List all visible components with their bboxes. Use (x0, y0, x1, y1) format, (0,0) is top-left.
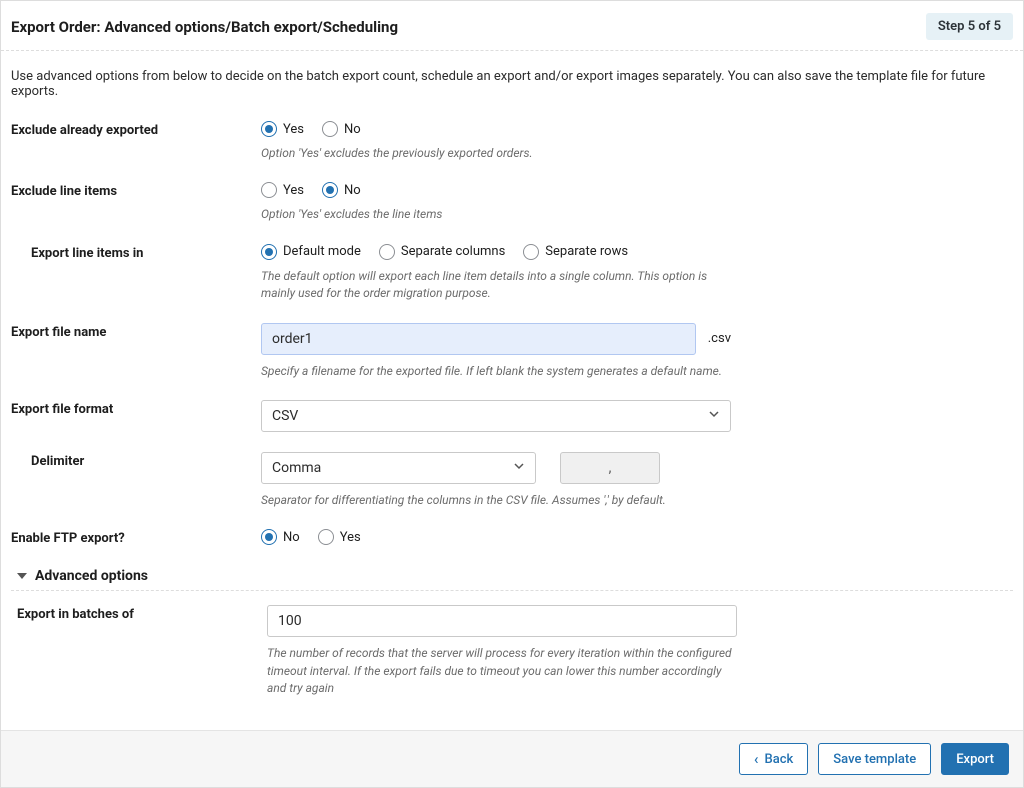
label-exclude-exported: Exclude already exported (11, 121, 261, 138)
radio-dot-icon (523, 244, 539, 260)
chevron-left-icon: ‹ (754, 752, 759, 767)
label-ftp: Enable FTP export? (11, 529, 261, 546)
hint-exclude-exported: Option 'Yes' excludes the previously exp… (261, 145, 731, 162)
intro-text: Use advanced options from below to decid… (1, 51, 1023, 107)
back-button[interactable]: ‹ Back (739, 743, 808, 775)
button-label: Save template (833, 752, 916, 767)
button-label: Export (956, 752, 994, 767)
radio-label: Yes (340, 530, 361, 545)
label-file-format: Export file format (11, 400, 261, 417)
label-batch-size: Export in batches of (17, 605, 267, 622)
select-value: CSV (272, 408, 298, 424)
row-exclude-exported: Exclude already exported Yes No Option '… (11, 107, 1013, 168)
hint-batch-size: The number of records that the server wi… (267, 645, 737, 697)
row-delimiter: Delimiter Comma , Separator for differen… (11, 438, 1013, 515)
radio-dot-icon (261, 244, 277, 260)
delimiter-char-display: , (560, 452, 660, 484)
label-file-name: Export file name (11, 323, 261, 340)
caret-down-icon (17, 573, 27, 579)
page-header: Export Order: Advanced options/Batch exp… (1, 1, 1023, 51)
radio-dot-icon (261, 529, 277, 545)
label-exclude-line-items: Exclude line items (11, 182, 261, 199)
radio-line-mode-rows[interactable]: Separate rows (523, 244, 628, 260)
chevron-down-icon (513, 460, 525, 476)
save-template-button[interactable]: Save template (818, 743, 931, 775)
row-exclude-line-items: Exclude line items Yes No Option 'Yes' e… (11, 168, 1013, 229)
radio-label: Separate columns (401, 244, 505, 259)
hint-export-line-mode: The default option will export each line… (261, 268, 731, 303)
radio-dot-icon (322, 182, 338, 198)
label-delimiter: Delimiter (31, 452, 261, 469)
radio-dot-icon (322, 121, 338, 137)
radio-dot-icon (379, 244, 395, 260)
footer-actions: ‹ Back Save template Export (1, 730, 1023, 787)
advanced-options-toggle[interactable]: Advanced options (11, 552, 1013, 591)
radio-line-mode-cols[interactable]: Separate columns (379, 244, 505, 260)
row-file-name: Export file name order1 .csv Specify a f… (11, 309, 1013, 386)
radio-dot-icon (261, 182, 277, 198)
input-batch-size[interactable]: 100 (267, 605, 737, 637)
radio-exclude-line-yes[interactable]: Yes (261, 182, 304, 198)
radio-dot-icon (318, 529, 334, 545)
select-delimiter[interactable]: Comma (261, 452, 536, 484)
radio-ftp-no[interactable]: No (261, 529, 300, 545)
radio-exclude-exported-no[interactable]: No (322, 121, 361, 137)
radio-ftp-yes[interactable]: Yes (318, 529, 361, 545)
export-order-page: Export Order: Advanced options/Batch exp… (0, 0, 1024, 788)
step-badge: Step 5 of 5 (926, 13, 1013, 40)
label-export-line-mode: Export line items in (31, 244, 261, 261)
radio-label: Default mode (283, 244, 361, 259)
radio-exclude-line-no[interactable]: No (322, 182, 361, 198)
radio-line-mode-default[interactable]: Default mode (261, 244, 361, 260)
select-value: Comma (272, 460, 321, 476)
row-file-format: Export file format CSV (11, 386, 1013, 438)
radio-label: Separate rows (545, 244, 628, 259)
form-body: Exclude already exported Yes No Option '… (1, 107, 1023, 730)
page-title: Export Order: Advanced options/Batch exp… (11, 18, 398, 36)
radio-label: No (344, 122, 361, 137)
input-file-name[interactable]: order1 (261, 323, 696, 355)
radio-label: Yes (283, 122, 304, 137)
button-label: Back (765, 752, 794, 767)
hint-file-name: Specify a filename for the exported file… (261, 363, 731, 380)
hint-delimiter: Separator for differentiating the column… (261, 492, 731, 509)
radio-label: No (283, 530, 300, 545)
row-ftp: Enable FTP export? No Yes (11, 515, 1013, 552)
row-export-line-mode: Export line items in Default mode Separa… (11, 230, 1013, 309)
radio-label: No (344, 183, 361, 198)
radio-exclude-exported-yes[interactable]: Yes (261, 121, 304, 137)
export-button[interactable]: Export (941, 743, 1009, 775)
advanced-options-label: Advanced options (35, 568, 148, 584)
radio-label: Yes (283, 183, 304, 198)
hint-exclude-line-items: Option 'Yes' excludes the line items (261, 206, 731, 223)
radio-dot-icon (261, 121, 277, 137)
chevron-down-icon (708, 408, 720, 424)
row-batch-size: Export in batches of 100 The number of r… (11, 591, 1013, 703)
select-file-format[interactable]: CSV (261, 400, 731, 432)
file-ext: .csv (708, 331, 731, 346)
